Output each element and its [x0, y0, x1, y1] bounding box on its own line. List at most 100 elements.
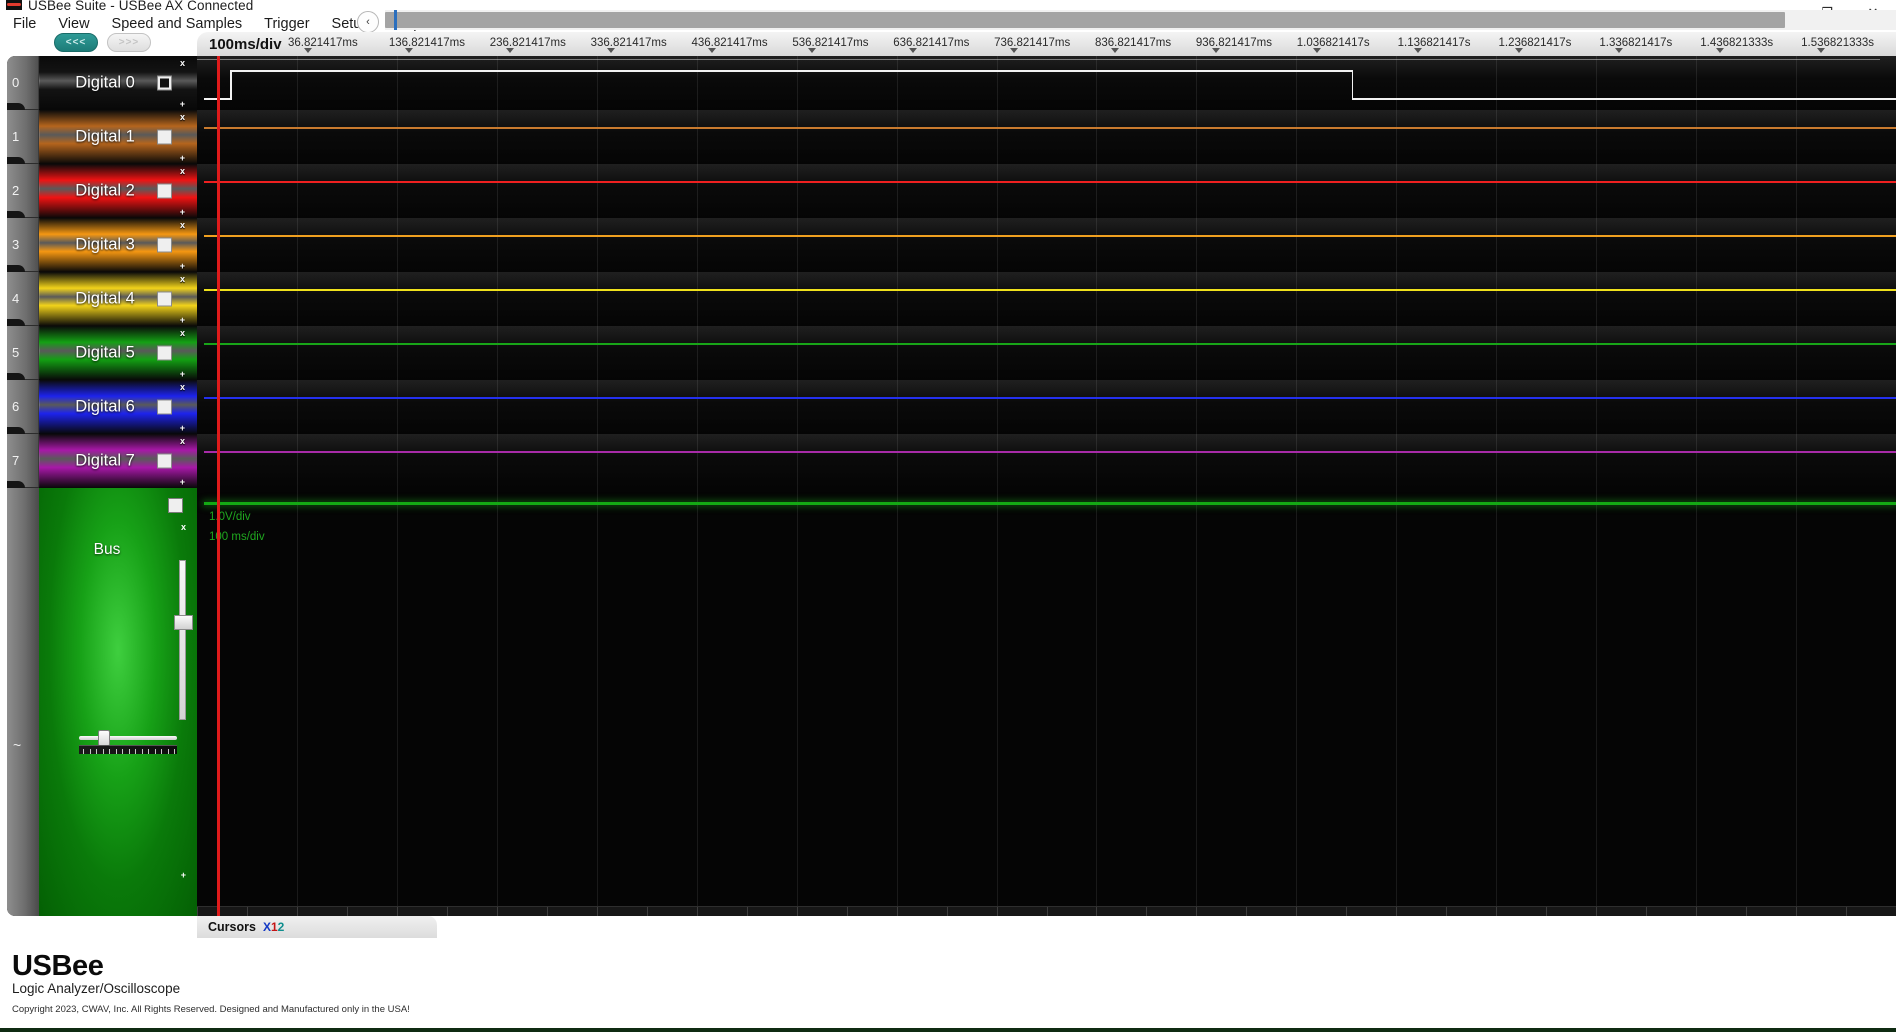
- channel-add-icon-0[interactable]: +: [180, 99, 185, 109]
- channel-body-7[interactable]: Digital 7 x +: [39, 434, 197, 488]
- channel-add-icon-7[interactable]: +: [180, 477, 185, 487]
- cursors-icon[interactable]: X12: [263, 920, 284, 934]
- grid-line: [396, 164, 398, 218]
- grid-line: [1496, 326, 1498, 380]
- grid-line: [1396, 488, 1398, 916]
- ruler-tick-label: 1.036821417s: [1296, 37, 1370, 49]
- channel-add-icon-5[interactable]: +: [180, 369, 185, 379]
- channel-trace-3: [204, 235, 1896, 237]
- grid-line: [1296, 380, 1298, 434]
- channel-checkbox-6[interactable]: [157, 399, 172, 415]
- bus-channel-body[interactable]: Bus x +: [39, 488, 197, 916]
- grid-line: [1496, 164, 1498, 218]
- menu-item-view[interactable]: View: [47, 13, 100, 35]
- channel-row-1[interactable]: 1 Digital 1 x +: [7, 110, 197, 164]
- bus-vertical-slider-handle[interactable]: [174, 615, 193, 630]
- channel-close-icon-4[interactable]: x: [180, 274, 185, 284]
- channel-checkbox-1[interactable]: [157, 129, 172, 145]
- channel-add-icon-4[interactable]: +: [180, 315, 185, 325]
- waveform-lane-0[interactable]: [197, 56, 1896, 110]
- cursors-tab-label: Cursors: [208, 920, 256, 934]
- channel-body-3[interactable]: Digital 3 x +: [39, 218, 197, 272]
- grid-line: [1096, 164, 1098, 218]
- bus-vertical-slider[interactable]: [174, 560, 193, 720]
- channel-add-icon-3[interactable]: +: [180, 261, 185, 271]
- channel-body-0[interactable]: Digital 0 x +: [39, 56, 197, 110]
- channel-row-4[interactable]: 4 Digital 4 x +: [7, 272, 197, 326]
- waveform-lane-6[interactable]: [197, 380, 1896, 434]
- channel-row-5[interactable]: 5 Digital 5 x +: [7, 326, 197, 380]
- menu-item-file[interactable]: File: [2, 13, 47, 35]
- channel-notch: [7, 265, 25, 272]
- channel-body-1[interactable]: Digital 1 x +: [39, 110, 197, 164]
- channel-row-7[interactable]: 7 Digital 7 x +: [7, 434, 197, 488]
- volts-per-div-label: 1.0V/div: [209, 511, 251, 523]
- grid-line: [596, 110, 598, 164]
- scrollbar-thumb[interactable]: [385, 12, 1785, 28]
- bottom-edge-bar: [0, 1028, 1896, 1032]
- bus-channel-row[interactable]: ~ Bus x +: [7, 488, 197, 916]
- waveform-lane-3[interactable]: [197, 218, 1896, 272]
- horizontal-scrollbar[interactable]: [385, 10, 1896, 30]
- channel-close-icon-3[interactable]: x: [180, 220, 185, 230]
- channel-close-icon-6[interactable]: x: [180, 382, 185, 392]
- brand-block: USBee Logic Analyzer/Oscilloscope Copyri…: [12, 950, 410, 1015]
- channel-row-6[interactable]: 6 Digital 6 x +: [7, 380, 197, 434]
- channel-checkbox-0[interactable]: [157, 75, 172, 91]
- waveform-lane-4[interactable]: [197, 272, 1896, 326]
- channel-add-icon-1[interactable]: +: [180, 153, 185, 163]
- grid-line: [1496, 110, 1498, 164]
- chevron-left-icon[interactable]: ‹: [357, 11, 379, 33]
- channel-checkbox-3[interactable]: [157, 237, 172, 253]
- analog-waveform-area[interactable]: 1.0V/div 100 ms/div: [197, 488, 1896, 916]
- channel-body-2[interactable]: Digital 2 x +: [39, 164, 197, 218]
- bus-horizontal-slider[interactable]: [79, 730, 177, 754]
- nav-back-button[interactable]: <<<: [54, 33, 98, 52]
- channel-checkbox-7[interactable]: [157, 453, 172, 469]
- channel-close-icon-1[interactable]: x: [180, 112, 185, 122]
- trigger-cursor[interactable]: [217, 56, 220, 916]
- channel-checkbox-4[interactable]: [157, 291, 172, 307]
- channel-label-1: Digital 1: [75, 127, 135, 146]
- channel-checkbox-5[interactable]: [157, 345, 172, 361]
- waveform-canvas[interactable]: 1.0V/div 100 ms/div: [197, 56, 1896, 916]
- bus-checkbox[interactable]: [168, 498, 183, 513]
- grid-line: [496, 272, 498, 326]
- grid-line: [296, 380, 298, 434]
- lane-background: [197, 110, 1896, 164]
- channel-row-3[interactable]: 3 Digital 3 x +: [7, 218, 197, 272]
- bus-channel-label: Bus: [93, 541, 121, 558]
- nav-forward-button[interactable]: >>>: [107, 33, 151, 52]
- waveform-lane-1[interactable]: [197, 110, 1896, 164]
- channel-close-icon-5[interactable]: x: [180, 328, 185, 338]
- channel-close-icon-2[interactable]: x: [180, 166, 185, 176]
- grid-line: [1396, 110, 1398, 164]
- channel-checkbox-2[interactable]: [157, 183, 172, 199]
- grid-line: [1396, 434, 1398, 488]
- channel-row-0[interactable]: 0 Digital 0 x +: [7, 56, 197, 110]
- grid-line: [996, 488, 998, 916]
- channel-close-icon-7[interactable]: x: [180, 436, 185, 446]
- waveform-lane-7[interactable]: [197, 434, 1896, 488]
- channel-body-5[interactable]: Digital 5 x +: [39, 326, 197, 380]
- channel-close-icon-0[interactable]: x: [180, 58, 185, 68]
- channel-add-icon-6[interactable]: +: [180, 423, 185, 433]
- waveform-lane-2[interactable]: [197, 164, 1896, 218]
- channel-add-icon-2[interactable]: +: [180, 207, 185, 217]
- grid-line: [1596, 434, 1598, 488]
- timeline-ruler[interactable]: 100ms/div 36.821417ms 136.821417ms 236.821…: [197, 32, 1896, 56]
- lane-background: [197, 164, 1896, 218]
- channel-body-4[interactable]: Digital 4 x +: [39, 272, 197, 326]
- lane-background: [197, 272, 1896, 326]
- cursors-tab[interactable]: Cursors X12: [197, 916, 437, 938]
- grid-line: [1196, 164, 1198, 218]
- channel-row-2[interactable]: 2 Digital 2 x +: [7, 164, 197, 218]
- channel-label-2: Digital 2: [75, 181, 135, 200]
- channel-body-6[interactable]: Digital 6 x +: [39, 380, 197, 434]
- ruler-tick-caret: [1111, 48, 1119, 53]
- channel-number-1: 1: [7, 110, 40, 164]
- waveform-lane-5[interactable]: [197, 326, 1896, 380]
- bus-close-icon[interactable]: x: [181, 522, 186, 532]
- ruler-tick-caret: [1312, 48, 1321, 53]
- bus-add-icon[interactable]: +: [181, 870, 186, 880]
